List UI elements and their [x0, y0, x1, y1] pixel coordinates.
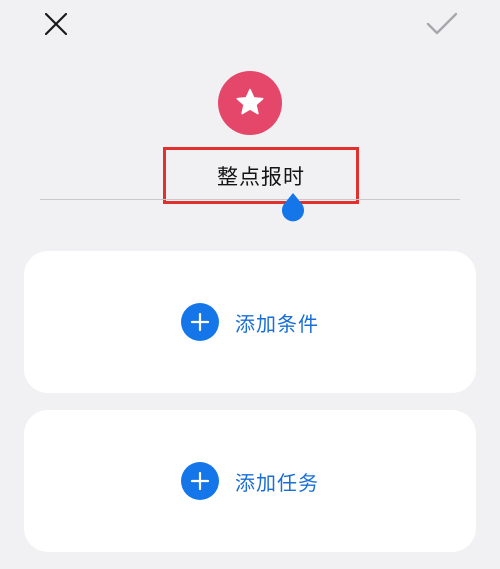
add-condition-plus-icon	[181, 303, 219, 341]
add-task-card[interactable]: 添加任务	[24, 410, 476, 552]
check-icon	[426, 12, 458, 35]
scene-icon-button[interactable]	[218, 71, 282, 135]
text-cursor-handle[interactable]	[280, 192, 306, 224]
close-button[interactable]	[36, 4, 76, 44]
scene-name-field[interactable]: 整点报时	[163, 147, 359, 204]
star-icon	[236, 88, 264, 115]
name-underline	[40, 199, 460, 200]
add-task-plus-icon	[181, 462, 219, 500]
confirm-button[interactable]	[422, 4, 462, 44]
add-task-label: 添加任务	[235, 470, 319, 495]
add-condition-label: 添加条件	[235, 311, 319, 336]
add-condition-card[interactable]: 添加条件	[24, 251, 476, 393]
scene-name-text: 整点报时	[217, 164, 305, 189]
close-icon	[44, 12, 68, 36]
